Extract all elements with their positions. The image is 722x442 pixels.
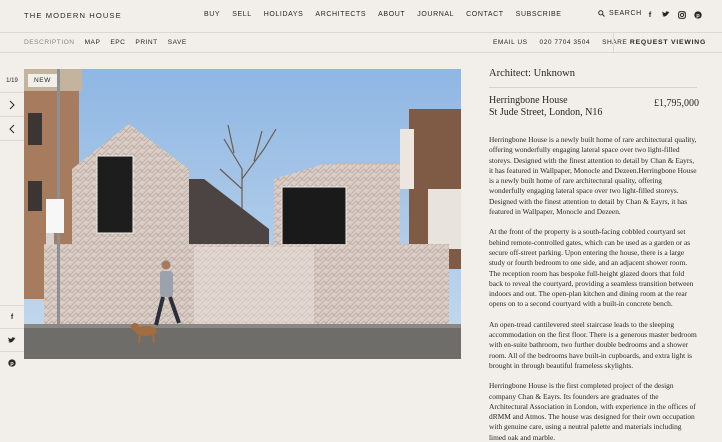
save-button[interactable]: SAVE (168, 39, 187, 46)
nav-about[interactable]: ABOUT (378, 11, 405, 18)
phone-link[interactable]: 020 7704 3504 (540, 39, 591, 46)
pinterest-icon[interactable]: p (694, 10, 702, 19)
image-counter: 1/19 (0, 69, 24, 93)
search-icon (598, 10, 605, 17)
email-us-link[interactable]: EMAIL US (493, 39, 528, 46)
top-navigation: THE MODERN HOUSE BUY SELL HOLIDAYS ARCHI… (0, 0, 722, 32)
previous-image-button[interactable] (0, 117, 24, 141)
property-description: Herringbone House is a newly built home … (489, 135, 697, 442)
chevron-left-icon (9, 124, 15, 133)
print-button[interactable]: PRINT (135, 39, 157, 46)
social-links: f p (646, 10, 702, 19)
description-paragraph: Herringbone House is a newly built home … (489, 135, 697, 217)
chevron-right-icon (9, 100, 15, 109)
nav-holidays[interactable]: HOLIDAYS (264, 11, 304, 18)
next-image-button[interactable] (0, 93, 24, 117)
listing-tabs: DESCRIPTION MAP EPC PRINT SAVE (24, 39, 197, 46)
twitter-share-icon[interactable] (0, 328, 24, 351)
listing-details: Architect: Unknown Herringbone House St … (489, 68, 699, 442)
architect-label: Architect: Unknown (489, 68, 576, 79)
instagram-icon[interactable] (678, 10, 686, 19)
property-photo[interactable] (24, 69, 461, 359)
description-paragraph: An open-tread cantilevered steel stairca… (489, 319, 697, 370)
tab-description[interactable]: DESCRIPTION (24, 39, 75, 46)
nav-subscribe[interactable]: SUBSCRIBE (516, 11, 562, 18)
nav-contact[interactable]: CONTACT (466, 11, 504, 18)
request-viewing-button[interactable]: REQUEST VIEWING (613, 32, 722, 53)
description-paragraph: Herringbone House is the first completed… (489, 381, 696, 442)
nav-sell[interactable]: SELL (232, 11, 252, 18)
svg-text:p: p (10, 361, 14, 367)
pinterest-share-icon[interactable]: p (0, 351, 24, 374)
twitter-icon[interactable] (662, 10, 670, 19)
facebook-share-icon[interactable]: f (0, 305, 24, 328)
divider (489, 87, 697, 88)
search-button[interactable]: SEARCH (598, 10, 642, 17)
svg-text:p: p (696, 13, 700, 19)
new-badge: NEW (28, 74, 57, 87)
property-price: £1,795,000 (654, 98, 699, 109)
tab-epc[interactable]: EPC (110, 39, 125, 46)
nav-journal[interactable]: JOURNAL (417, 11, 454, 18)
description-paragraph: At the front of the property is a south-… (489, 227, 694, 309)
search-label: SEARCH (609, 10, 642, 17)
facebook-icon[interactable]: f (646, 10, 654, 19)
gallery-controls: 1/19 (0, 69, 24, 141)
main-nav: BUY SELL HOLIDAYS ARCHITECTS ABOUT JOURN… (204, 11, 574, 18)
image-share-rail: f p (0, 305, 24, 374)
nav-buy[interactable]: BUY (204, 11, 220, 18)
tab-map[interactable]: MAP (85, 39, 101, 46)
site-logo[interactable]: THE MODERN HOUSE (24, 11, 122, 20)
nav-architects[interactable]: ARCHITECTS (315, 11, 366, 18)
